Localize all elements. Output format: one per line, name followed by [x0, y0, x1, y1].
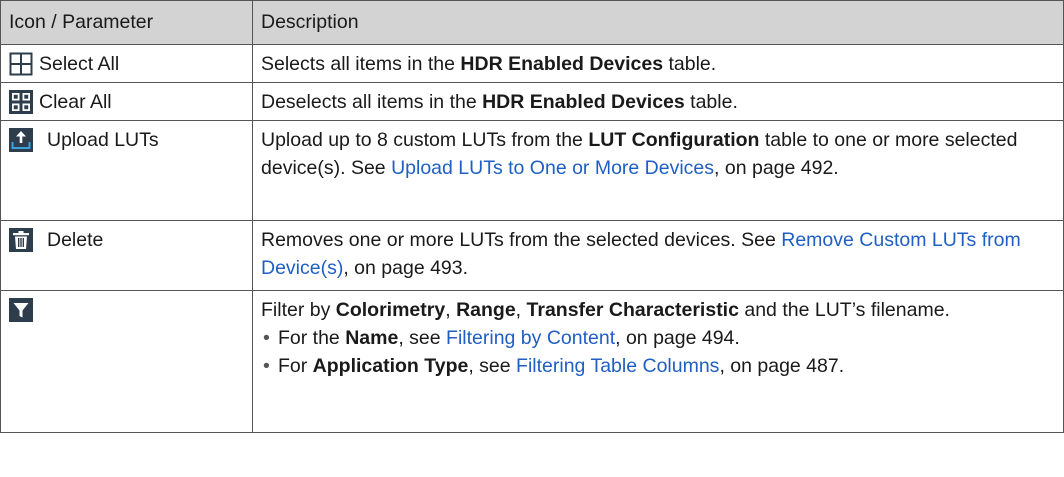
description-cell: Filter by Colorimetry, Range, Transfer C… — [252, 290, 1064, 433]
param-cell: Clear All — [0, 82, 253, 121]
param-label: Select All — [39, 53, 120, 75]
param-cell — [0, 290, 253, 433]
description-cell: Upload up to 8 custom LUTs from the LUT … — [252, 120, 1064, 221]
trash-icon — [9, 228, 33, 252]
param-cell: Select All — [0, 44, 253, 83]
table-row: Upload LUTs Upload up to 8 custom LUTs f… — [0, 120, 1064, 221]
select-all-icon — [9, 52, 33, 76]
table-header-row: Icon / Parameter Description — [0, 0, 1064, 45]
list-item: For Application Type, see Filtering Tabl… — [261, 352, 1055, 380]
filter-bullet-list: For the Name, see Filtering by Content, … — [261, 324, 1055, 380]
param-label: Upload LUTs — [47, 129, 159, 151]
param-label: Clear All — [39, 91, 112, 113]
filter-icon — [9, 298, 33, 322]
filter-description: Filter by Colorimetry, Range, Transfer C… — [261, 299, 950, 321]
param-cell: Delete — [0, 220, 253, 291]
param-cell: Upload LUTs — [0, 120, 253, 221]
table-row: Clear All Deselects all items in the HDR… — [0, 82, 1064, 121]
filtering-by-content-link[interactable]: Filtering by Content — [446, 327, 615, 349]
param-label: Delete — [47, 229, 104, 251]
clear-all-icon — [9, 90, 33, 114]
column-header-description: Description — [252, 0, 1064, 45]
list-item: For the Name, see Filtering by Content, … — [261, 324, 1055, 352]
table-row: Select All Selects all items in the HDR … — [0, 44, 1064, 83]
table-row: Delete Removes one or more LUTs from the… — [0, 220, 1064, 291]
parameter-table: Icon / Parameter Description Select All — [0, 0, 1064, 433]
description-cell: Deselects all items in the HDR Enabled D… — [252, 82, 1064, 121]
table-row: Filter by Colorimetry, Range, Transfer C… — [0, 290, 1064, 433]
upload-icon — [9, 128, 33, 152]
column-header-icon-parameter: Icon / Parameter — [0, 0, 253, 45]
description-cell: Removes one or more LUTs from the select… — [252, 220, 1064, 291]
description-cell: Selects all items in the HDR Enabled Dev… — [252, 44, 1064, 83]
filtering-table-columns-link[interactable]: Filtering Table Columns — [516, 355, 719, 377]
upload-luts-link[interactable]: Upload LUTs to One or More Devices — [391, 157, 714, 179]
